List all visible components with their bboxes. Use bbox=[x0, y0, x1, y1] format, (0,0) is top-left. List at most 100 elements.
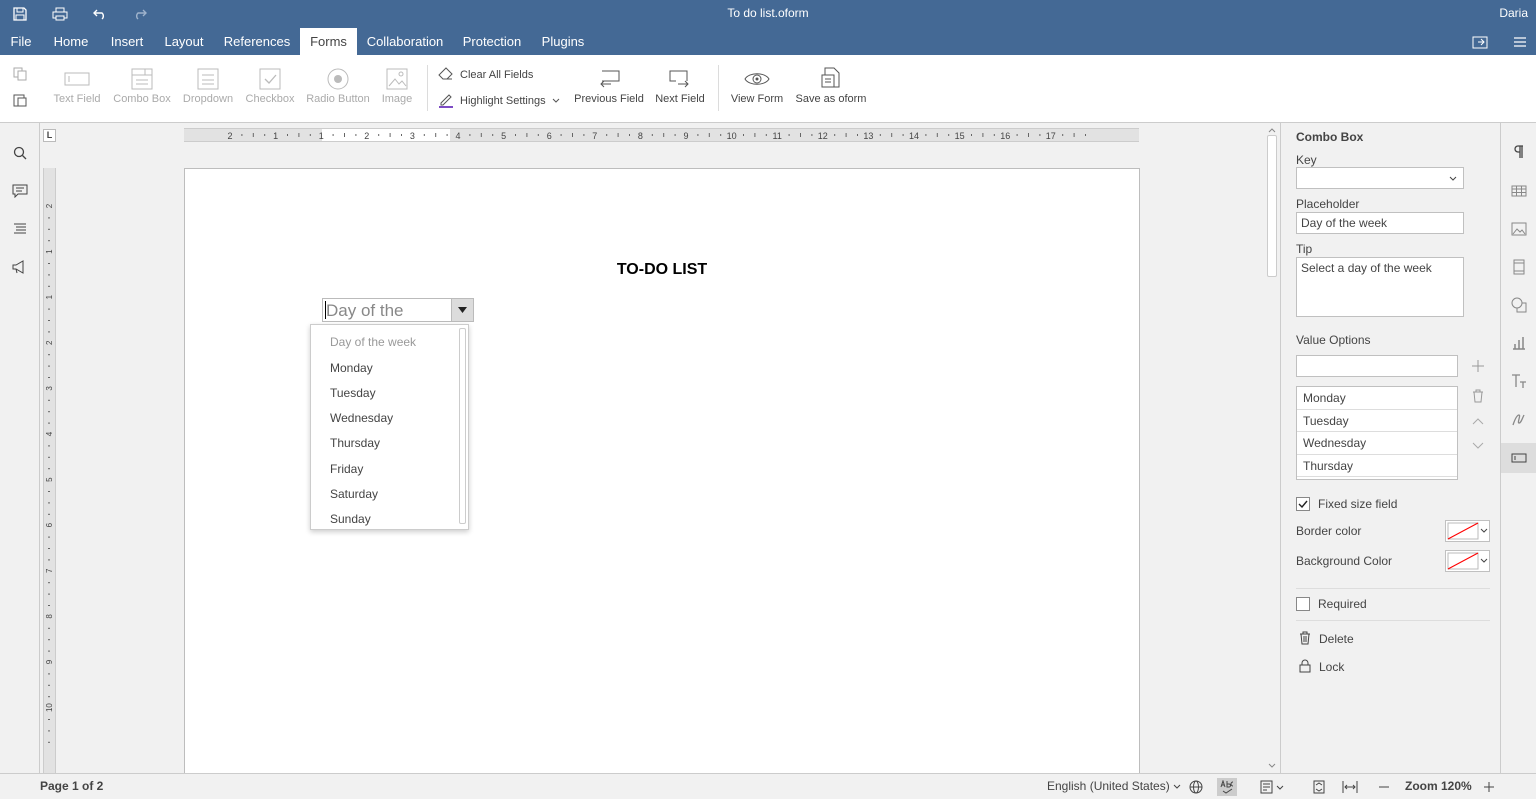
chart-icon[interactable] bbox=[1501, 328, 1536, 358]
list-item[interactable]: Sunday bbox=[330, 512, 371, 526]
vertical-ruler[interactable]: 2 1 1 2 3 4 5 6 7 8 9 10 bbox=[43, 168, 56, 773]
image-settings-icon[interactable] bbox=[1501, 214, 1536, 244]
tab-plugins[interactable]: Plugins bbox=[535, 28, 591, 55]
feedback-icon[interactable] bbox=[10, 257, 30, 277]
save-as-oform-button[interactable]: Save as oform bbox=[792, 65, 870, 105]
search-icon[interactable] bbox=[10, 143, 30, 163]
scroll-down-icon[interactable] bbox=[1265, 761, 1279, 771]
move-down-icon[interactable] bbox=[1470, 438, 1486, 454]
globe-icon[interactable] bbox=[1187, 778, 1205, 796]
language-label: English (United States) bbox=[1047, 779, 1170, 793]
required-checkbox[interactable] bbox=[1296, 597, 1310, 611]
open-location-icon[interactable] bbox=[1471, 33, 1489, 51]
horizontal-ruler[interactable]: 2 1 1 2 3 4 5 6 7 8 9 10 11 12 13 14 15 16 17 bbox=[184, 128, 1139, 142]
add-icon[interactable] bbox=[1470, 358, 1486, 374]
view-form-button[interactable]: View Form bbox=[728, 65, 786, 105]
delete-button[interactable]: Delete bbox=[1319, 632, 1354, 646]
list-item[interactable]: Friday bbox=[330, 462, 363, 476]
tab-layout[interactable]: Layout bbox=[158, 28, 210, 55]
dropdown-button[interactable]: Dropdown bbox=[178, 65, 238, 105]
navigation-icon[interactable] bbox=[10, 219, 30, 239]
ruler-tick bbox=[48, 639, 50, 641]
table-row[interactable]: Monday bbox=[1297, 387, 1457, 410]
combo-dropdown-button[interactable] bbox=[451, 299, 473, 321]
user-name[interactable]: Daria bbox=[1499, 6, 1528, 20]
dropdown-scrollbar[interactable] bbox=[459, 328, 466, 524]
page-indicator[interactable]: Page 1 of 2 bbox=[40, 779, 103, 793]
next-field-button[interactable]: Next Field bbox=[652, 65, 708, 105]
list-item[interactable]: Thursday bbox=[330, 436, 380, 450]
text-field-button[interactable]: Text Field bbox=[48, 65, 106, 105]
tab-forms[interactable]: Forms bbox=[300, 28, 357, 55]
spellcheck-icon[interactable] bbox=[1217, 778, 1237, 796]
menu-icon[interactable] bbox=[1511, 33, 1529, 51]
move-up-icon[interactable] bbox=[1470, 413, 1486, 429]
track-changes-icon[interactable] bbox=[1258, 778, 1286, 796]
paste-icon[interactable] bbox=[10, 93, 30, 110]
previous-field-button[interactable]: Previous Field bbox=[570, 65, 648, 105]
zoom-out-icon[interactable] bbox=[1375, 778, 1393, 796]
tab-home[interactable]: Home bbox=[48, 28, 94, 55]
zoom-level[interactable]: Zoom 120% bbox=[1405, 779, 1472, 793]
delete-icon[interactable] bbox=[1297, 630, 1313, 646]
ruler-tick bbox=[845, 133, 847, 137]
ruler-tick bbox=[617, 133, 619, 137]
radio-button-button[interactable]: Radio Button bbox=[302, 65, 374, 105]
image-button[interactable]: Image bbox=[378, 65, 416, 105]
fit-page-icon[interactable] bbox=[1310, 778, 1328, 796]
fit-width-icon[interactable] bbox=[1341, 778, 1359, 796]
copy-icon[interactable] bbox=[10, 67, 30, 84]
zoom-in-icon[interactable] bbox=[1480, 778, 1498, 796]
form-settings-icon[interactable] bbox=[1501, 443, 1536, 473]
ruler-tick bbox=[663, 133, 665, 137]
tab-insert[interactable]: Insert bbox=[104, 28, 150, 55]
header-footer-icon[interactable] bbox=[1501, 252, 1536, 282]
text-art-icon[interactable] bbox=[1501, 366, 1536, 396]
scrollbar-thumb[interactable] bbox=[1267, 135, 1277, 277]
fixed-size-checkbox[interactable] bbox=[1296, 497, 1310, 511]
tab-protection[interactable]: Protection bbox=[457, 28, 527, 55]
table-row[interactable]: Tuesday bbox=[1297, 410, 1457, 432]
shape-icon[interactable] bbox=[1501, 290, 1536, 320]
signature-icon[interactable] bbox=[1501, 404, 1536, 434]
day-combo-box[interactable]: Day of the bbox=[322, 298, 474, 322]
tab-references[interactable]: References bbox=[218, 28, 296, 55]
key-select[interactable] bbox=[1296, 167, 1464, 189]
ruler-label: 6 bbox=[45, 522, 54, 527]
table-row[interactable]: Thursday bbox=[1297, 455, 1457, 477]
lock-icon[interactable] bbox=[1297, 658, 1313, 674]
trash-icon[interactable] bbox=[1470, 388, 1486, 404]
ruler-label: 10 bbox=[45, 703, 54, 712]
tab-stop-selector[interactable]: L bbox=[43, 129, 56, 142]
value-option-input[interactable] bbox=[1296, 355, 1458, 377]
table-row[interactable]: Wednesday bbox=[1297, 432, 1457, 455]
checkmark-icon bbox=[1298, 500, 1308, 508]
no-color-icon bbox=[1447, 522, 1488, 540]
comments-icon[interactable] bbox=[10, 181, 30, 201]
lock-button[interactable]: Lock bbox=[1319, 660, 1344, 674]
list-item[interactable]: Monday bbox=[330, 361, 373, 375]
tab-collaboration[interactable]: Collaboration bbox=[362, 28, 448, 55]
tab-file[interactable]: File bbox=[4, 28, 38, 55]
list-item[interactable]: Wednesday bbox=[330, 411, 393, 425]
combo-box-button[interactable]: Combo Box bbox=[110, 65, 174, 105]
list-item[interactable]: Saturday bbox=[330, 487, 378, 501]
ruler-tick bbox=[48, 730, 50, 732]
paragraph-icon[interactable] bbox=[1501, 137, 1536, 167]
document-page[interactable]: TO-DO LIST Day of the Day of the week Mo… bbox=[184, 168, 1140, 788]
highlight-settings-button[interactable]: Highlight Settings bbox=[438, 91, 560, 111]
border-color-picker[interactable] bbox=[1445, 520, 1490, 542]
checkbox-button[interactable]: Checkbox bbox=[242, 65, 298, 105]
language-selector[interactable]: English (United States) bbox=[1047, 779, 1181, 793]
tip-textarea[interactable]: Select a day of the week bbox=[1296, 257, 1464, 317]
placeholder-input[interactable]: Day of the week bbox=[1296, 212, 1464, 234]
ruler-label: 17 bbox=[1046, 131, 1056, 141]
list-item[interactable]: Tuesday bbox=[330, 386, 376, 400]
clear-all-fields-button[interactable]: Clear All Fields bbox=[438, 65, 533, 85]
background-color-picker[interactable] bbox=[1445, 550, 1490, 572]
scroll-up-icon[interactable] bbox=[1265, 125, 1279, 135]
table-icon[interactable] bbox=[1501, 176, 1536, 206]
status-bar: Page 1 of 2 English (United States) Zoom… bbox=[0, 773, 1536, 799]
document-scrollbar[interactable] bbox=[1265, 123, 1279, 773]
list-item[interactable]: Day of the week bbox=[330, 335, 416, 349]
